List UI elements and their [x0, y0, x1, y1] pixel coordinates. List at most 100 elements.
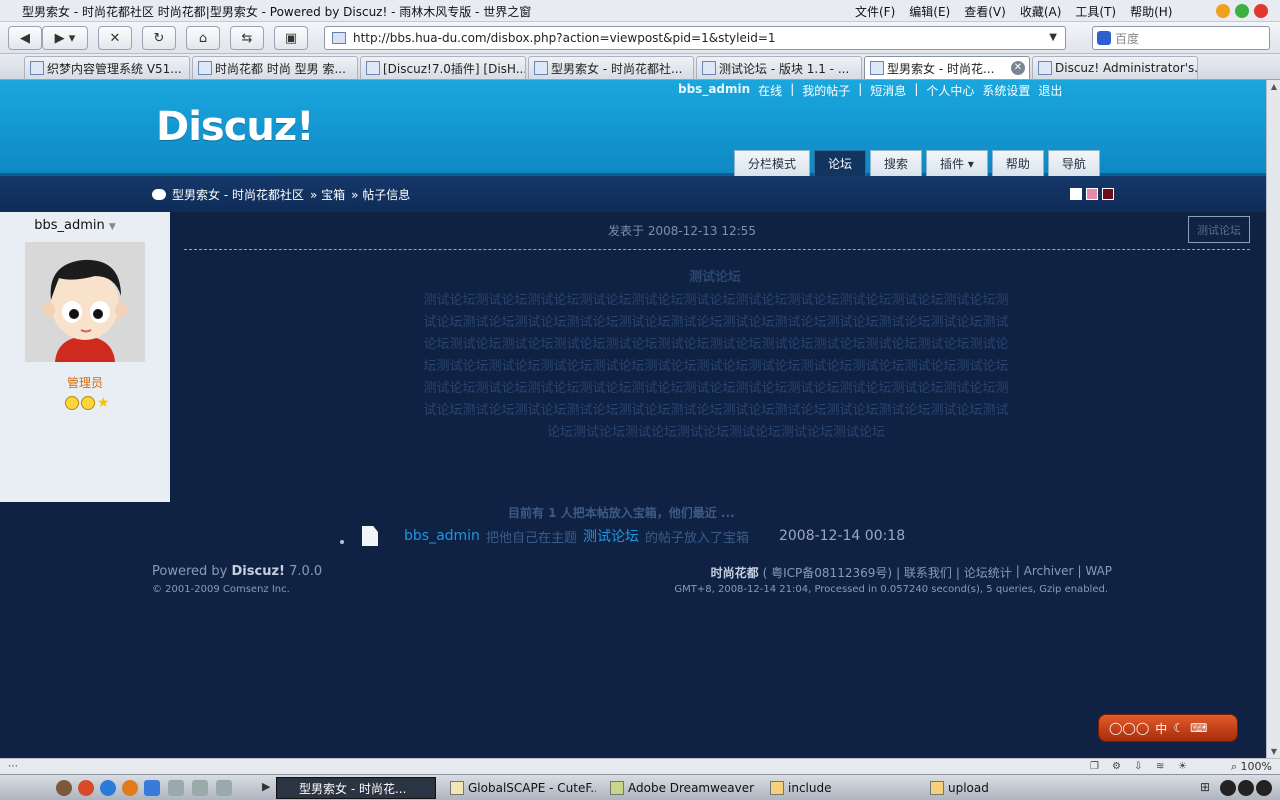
- box-record: bbs_admin 把他自己在主题 测试论坛 的帖子放入了宝箱 2008-12-…: [340, 526, 905, 546]
- browser-tab[interactable]: 型男索女 - 时尚花都社...: [528, 56, 694, 79]
- breadcrumb-home[interactable]: 型男索女 - 时尚花都社区: [172, 186, 304, 203]
- breadcrumb-box[interactable]: » 宝箱: [310, 186, 345, 203]
- home-icon: ⌂: [198, 30, 208, 46]
- gear-icon[interactable]: ⚙: [1112, 761, 1121, 772]
- forward-button[interactable]: ▶ ▾: [42, 26, 88, 50]
- browser-tab[interactable]: Discuz! Administrator's...: [1032, 56, 1198, 79]
- app-icon[interactable]: [78, 780, 94, 796]
- ie-icon[interactable]: [100, 780, 116, 796]
- back-button[interactable]: ◀: [8, 26, 42, 50]
- discuz-logo[interactable]: Discuz!: [156, 104, 314, 150]
- taskbar-item-cuteftp[interactable]: GlobalSCAPE - CuteF...: [446, 777, 596, 799]
- menu-edit[interactable]: 编辑(E): [909, 3, 950, 20]
- menu-help[interactable]: 帮助(H): [1130, 3, 1172, 20]
- forum-tag-button[interactable]: 测试论坛: [1188, 216, 1250, 243]
- qq-icon[interactable]: [1220, 780, 1236, 796]
- drive-icon[interactable]: [192, 780, 208, 796]
- page-favicon-icon: [332, 32, 346, 44]
- footer-links: 时尚花都 ( 粤ICP备08112369号) | 联系我们 | 论坛统计 | A…: [711, 564, 1112, 581]
- forum-nav: 分栏模式 论坛 搜索 插件 ▾ 帮助 导航: [734, 150, 1100, 176]
- nav-navigation[interactable]: 导航: [1047, 150, 1100, 176]
- minimize-button[interactable]: [1216, 4, 1230, 18]
- style-white-swatch[interactable]: [1070, 188, 1082, 200]
- bookmark-button[interactable]: ▣: [274, 26, 308, 50]
- author-name[interactable]: bbs_admin ▼: [0, 218, 150, 233]
- address-bar[interactable]: http://bbs.hua-du.com/disbox.php?action=…: [324, 26, 1066, 50]
- firefox-icon[interactable]: [122, 780, 138, 796]
- drive-icon[interactable]: [216, 780, 232, 796]
- app-icon[interactable]: [144, 780, 160, 796]
- menu-file[interactable]: 文件(F): [855, 3, 895, 20]
- avatar[interactable]: [25, 242, 145, 362]
- zoom-level[interactable]: ⌕ 100%: [1231, 760, 1272, 774]
- ime-toolbar[interactable]: ◯◯◯ 中 ☾ ⌨: [1098, 714, 1238, 742]
- settings-link[interactable]: 系统设置: [982, 82, 1030, 99]
- icp-link[interactable]: ( 粤ICP备08112369号): [763, 564, 892, 581]
- maximize-button[interactable]: [1235, 4, 1249, 18]
- browser-tab-active[interactable]: 型男索女 - 时尚花... ✕: [864, 56, 1030, 79]
- menu-view[interactable]: 查看(V): [964, 3, 1006, 20]
- app-icon[interactable]: [56, 780, 72, 796]
- discuz-link[interactable]: Discuz!: [232, 564, 285, 579]
- profile-link[interactable]: 个人中心: [926, 82, 974, 99]
- box-topic-link[interactable]: 测试论坛: [583, 526, 639, 546]
- browser-tab[interactable]: 测试论坛 - 版块 1.1 - ...: [696, 56, 862, 79]
- footer-powered: Powered by Discuz! 7.0.0: [152, 564, 323, 579]
- stop-button[interactable]: ✕: [98, 26, 132, 50]
- scroll-up-icon[interactable]: ▲: [1269, 82, 1279, 91]
- my-posts-link[interactable]: 我的帖子: [802, 82, 850, 99]
- forum-header: Discuz! bbs_admin 在线 | 我的帖子 | 短消息 | 个人中心…: [0, 80, 1266, 176]
- page-scrollbar[interactable]: ▲ ▼: [1266, 80, 1280, 758]
- logout-link[interactable]: 退出: [1038, 82, 1062, 99]
- keyboard-icon[interactable]: ⌨: [1190, 721, 1207, 735]
- taskbar-item-dreamweaver[interactable]: Adobe Dreamweaver ...: [606, 777, 756, 799]
- close-window-button[interactable]: [1254, 4, 1268, 18]
- username-link[interactable]: bbs_admin: [678, 82, 750, 99]
- browser-tab[interactable]: 织梦内容管理系统 V51...: [24, 56, 190, 79]
- menu-tools[interactable]: 工具(T): [1075, 3, 1116, 20]
- menu-favorites[interactable]: 收藏(A): [1020, 3, 1062, 20]
- browser-tab[interactable]: [Discuz!7.0插件] [DisH...: [360, 56, 526, 79]
- qq-icon[interactable]: [1238, 780, 1254, 796]
- star-icon: ★: [97, 395, 110, 411]
- qq-icon[interactable]: [1256, 780, 1272, 796]
- chevron-right-icon[interactable]: ▶: [262, 780, 270, 793]
- bookmark-icon: ▣: [284, 30, 298, 46]
- style-pink-swatch[interactable]: [1086, 188, 1098, 200]
- chevron-down-icon[interactable]: ▼: [1049, 32, 1057, 43]
- history-button[interactable]: ⇆: [230, 26, 264, 50]
- nav-plugins[interactable]: 插件 ▾: [926, 150, 988, 176]
- drive-icon[interactable]: [168, 780, 184, 796]
- site-link[interactable]: 时尚花都: [711, 564, 759, 581]
- taskbar-item-browser[interactable]: 型男索女 - 时尚花...: [276, 777, 436, 799]
- plus-icon[interactable]: ⊞: [1200, 780, 1210, 794]
- reload-button[interactable]: ↻: [142, 26, 176, 50]
- home-button[interactable]: ⌂: [186, 26, 220, 50]
- taskbar-item-include[interactable]: include: [766, 777, 916, 799]
- nav-split-mode[interactable]: 分栏模式: [734, 150, 811, 176]
- download-icon[interactable]: ⇩: [1134, 761, 1142, 772]
- scroll-down-icon[interactable]: ▼: [1269, 747, 1279, 756]
- nav-forum[interactable]: 论坛: [814, 150, 867, 176]
- wap-link[interactable]: | WAP: [1077, 564, 1112, 581]
- bulb-icon[interactable]: ☀: [1178, 761, 1187, 772]
- close-tab-icon[interactable]: ✕: [1011, 61, 1025, 75]
- nav-help[interactable]: 帮助: [991, 150, 1044, 176]
- box-user-link[interactable]: bbs_admin: [404, 528, 480, 544]
- window-icon[interactable]: ❐: [1090, 761, 1099, 772]
- messages-link[interactable]: 短消息: [870, 82, 906, 99]
- contact-link[interactable]: | 联系我们: [896, 564, 952, 581]
- stats-link[interactable]: | 论坛统计: [956, 564, 1012, 581]
- browser-tab[interactable]: 时尚花都 时尚 型男 索...: [192, 56, 358, 79]
- folder-icon: [770, 781, 784, 795]
- stop-icon: ✕: [109, 30, 121, 46]
- search-input[interactable]: 百度: [1092, 26, 1270, 50]
- taskbar-item-upload[interactable]: upload: [926, 777, 1076, 799]
- archiver-link[interactable]: | Archiver: [1016, 564, 1074, 581]
- style-dark-swatch[interactable]: [1102, 188, 1114, 200]
- ime-mode[interactable]: 中: [1155, 720, 1167, 737]
- nav-search[interactable]: 搜索: [870, 150, 923, 176]
- tab-label: 型男索女 - 时尚花...: [887, 61, 995, 76]
- breadcrumb: 型男索女 - 时尚花都社区 » 宝箱 » 帖子信息: [152, 186, 410, 203]
- style-switcher: [1070, 188, 1114, 200]
